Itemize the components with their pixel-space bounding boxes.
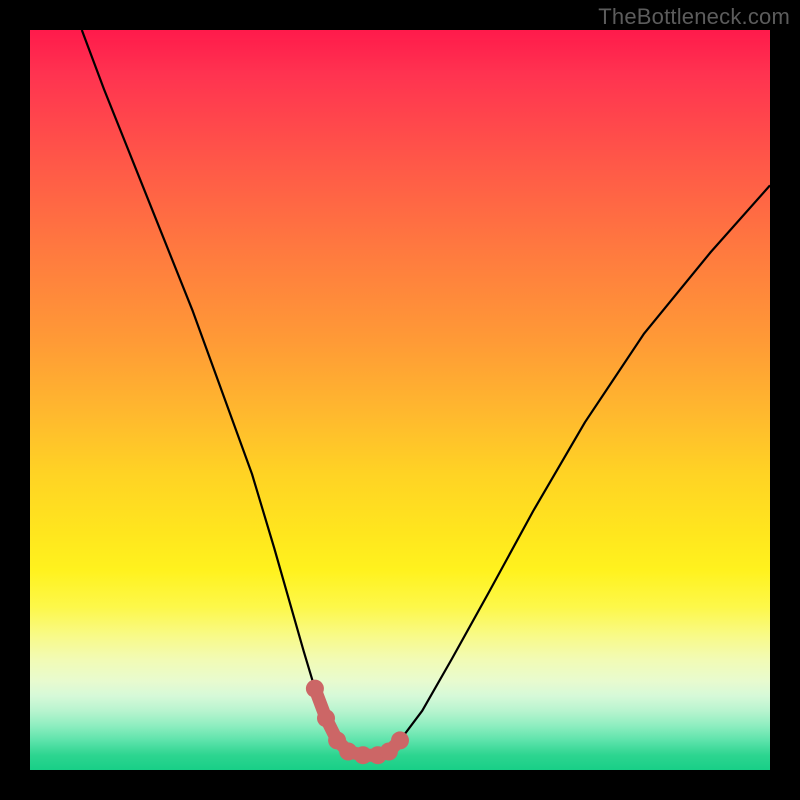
curve-path (82, 30, 770, 755)
plot-area (30, 30, 770, 770)
optimal-markers (306, 680, 409, 765)
chart-frame: TheBottleneck.com (0, 0, 800, 800)
bottleneck-curve (30, 30, 770, 770)
watermark-text: TheBottleneck.com (598, 4, 790, 30)
